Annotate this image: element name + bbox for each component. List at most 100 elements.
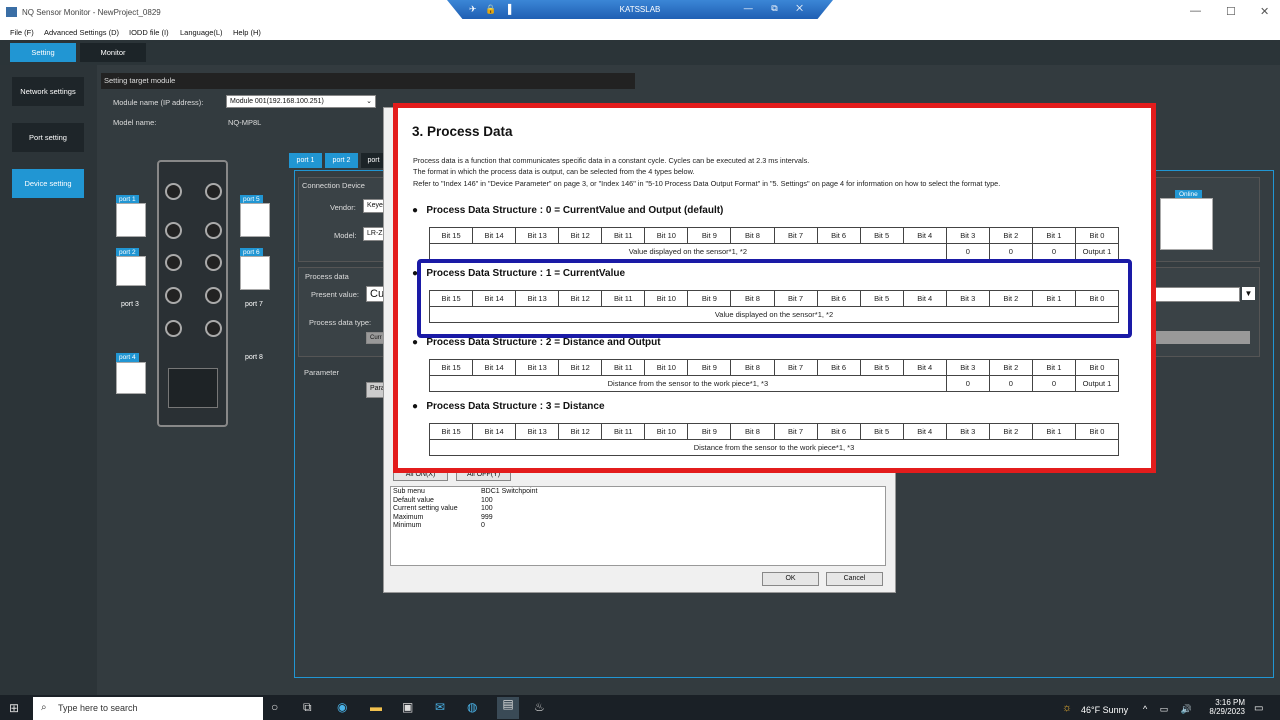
structure-3-heading: ● Process Data Structure : 3 = Distance: [412, 401, 605, 412]
edge-icon[interactable]: ◉: [337, 700, 347, 714]
bit-cell: Bit 6: [816, 227, 861, 244]
structure-3-title: Process Data Structure : 3 = Distance: [426, 401, 605, 412]
dropdown-arrow-icon[interactable]: ▼: [1242, 287, 1255, 300]
device-5-image[interactable]: [240, 203, 270, 237]
info-label: Sub menu: [393, 488, 425, 495]
app-icon[interactable]: ♨: [534, 700, 545, 714]
search-icon: ⌕: [41, 702, 47, 713]
model-name-value: NQ-MP8L: [228, 118, 262, 127]
info-label: Current setting value: [393, 505, 458, 512]
doc-paragraph: The format in which the process data is …: [413, 167, 695, 176]
bit-cell: Bit 11: [601, 227, 646, 244]
structure-2-heading: ● Process Data Structure : 2 = Distance …: [412, 337, 661, 348]
windows-start-icon[interactable]: ⊞: [9, 701, 19, 715]
clock[interactable]: 3:16 PM 8/29/2023: [1203, 698, 1245, 716]
vendor-label: Vendor:: [330, 203, 356, 212]
model-name-label: Model name:: [113, 118, 157, 127]
process-data-type-label: Process data type:: [309, 318, 372, 327]
app-icon: [6, 7, 17, 17]
bit-cell: Bit 6: [816, 423, 861, 440]
zero-cell: 0: [1031, 243, 1076, 260]
chevron-down-icon: ⌄: [366, 98, 372, 105]
tab-port-1[interactable]: port 1: [289, 153, 322, 168]
nav-port-setting[interactable]: Port setting: [12, 123, 84, 152]
cortana-icon[interactable]: ○: [271, 700, 278, 714]
bit-cell: Bit 5: [859, 227, 904, 244]
menu-language[interactable]: Language(L): [180, 28, 223, 37]
device-2-image[interactable]: [116, 256, 146, 286]
system-tray-icons[interactable]: ^ ▭ 🔊: [1143, 704, 1197, 715]
menu-iodd-file[interactable]: IODD file (I): [129, 28, 169, 37]
present-value-select[interactable]: [1150, 287, 1240, 302]
task-view-icon[interactable]: ⧉: [303, 700, 312, 715]
store-icon[interactable]: ▣: [402, 700, 413, 714]
bit-cell: Bit 1: [1031, 227, 1076, 244]
mail-icon[interactable]: ✉: [435, 700, 445, 714]
menu-file[interactable]: File (F): [10, 28, 34, 37]
bit-cell: Bit 12: [558, 359, 603, 376]
sensor-image: [1160, 198, 1213, 250]
tab-setting[interactable]: Setting: [10, 43, 76, 62]
bit-cell: Bit 9: [687, 359, 732, 376]
connector: [165, 183, 182, 200]
bit-cell: Bit 8: [730, 359, 775, 376]
left-nav: Network settings Port setting Device set…: [0, 65, 97, 695]
bit-header-row: Bit 15 Bit 14 Bit 13 Bit 12 Bit 11 Bit 10 Bit …: [428, 423, 1120, 440]
weather-text[interactable]: 46°F Sunny: [1081, 705, 1128, 715]
doc-paragraph: Process data is a function that communic…: [413, 156, 810, 165]
doc-heading: 3. Process Data: [412, 124, 513, 139]
info-label: Maximum: [393, 513, 424, 521]
remote-window-buttons[interactable]: — ⧉ ✕: [744, 3, 811, 14]
cancel-button[interactable]: Cancel: [826, 572, 883, 586]
browser-icon[interactable]: ◍: [467, 700, 477, 714]
close-icon[interactable]: ✕: [1260, 5, 1269, 18]
module-select[interactable]: Module 001(192.168.100.251) ⌄: [226, 95, 376, 108]
bit-cell: Bit 14: [472, 423, 517, 440]
bit-cell: Bit 10: [644, 227, 689, 244]
bit-cell: Bit 1: [1031, 423, 1076, 440]
bit-cell: Bit 2: [988, 227, 1033, 244]
bit-cell: Bit 9: [687, 227, 732, 244]
zero-cell: 0: [988, 375, 1033, 392]
nav-device-setting[interactable]: Device setting: [12, 169, 84, 198]
tab-monitor[interactable]: Monitor: [80, 43, 146, 62]
output-cell: Output 1: [1074, 243, 1120, 260]
minimize-icon[interactable]: —: [1190, 5, 1201, 17]
menu-advanced-settings[interactable]: Advanced Settings (D): [44, 28, 119, 37]
port-7-label[interactable]: port 7: [245, 301, 263, 308]
bit-cell: Bit 10: [644, 359, 689, 376]
window-title: NQ Sensor Monitor - NewProject_0829: [22, 8, 161, 17]
zero-cell: 0: [1031, 375, 1076, 392]
bit-cell: Bit 8: [730, 423, 775, 440]
bit-cell: Bit 0: [1074, 359, 1120, 376]
bit-cell: Bit 15: [428, 227, 474, 244]
tab-port-2[interactable]: port 2: [325, 153, 358, 168]
module-select-value: Module 001(192.168.100.251): [230, 98, 324, 105]
zero-cell: 0: [988, 243, 1033, 260]
menu-help[interactable]: Help (H): [233, 28, 261, 37]
nav-network-settings[interactable]: Network settings: [12, 77, 84, 106]
bit-cell: Bit 0: [1074, 423, 1120, 440]
weather-icon: ☼: [1062, 702, 1073, 714]
notifications-icon[interactable]: ▭: [1254, 703, 1263, 714]
structure-0-table: Bit 15 Bit 14 Bit 13 Bit 12 Bit 11 Bit 10 Bit …: [428, 227, 1120, 260]
remote-session-bar: ✈ 🔒 ▐ KATSSLAB — ⧉ ✕: [447, 0, 833, 19]
port-8-label[interactable]: port 8: [245, 354, 263, 361]
port-3-label[interactable]: port 3: [121, 301, 139, 308]
bit-cell: Bit 10: [644, 423, 689, 440]
bit-cell: Bit 11: [601, 423, 646, 440]
device-4-image[interactable]: [116, 362, 146, 394]
device-6-image[interactable]: [240, 256, 270, 290]
device-1-image[interactable]: [116, 203, 146, 237]
taskbar-search[interactable]: ⌕ Type here to search: [33, 697, 263, 720]
bit-cell: Bit 13: [515, 227, 560, 244]
maximize-icon[interactable]: ☐: [1226, 5, 1236, 18]
connector: [165, 320, 182, 337]
info-label: Default value: [393, 496, 434, 504]
info-value: BDC1 Switchpoint: [481, 488, 538, 495]
ok-button[interactable]: OK: [762, 572, 819, 586]
file-explorer-icon[interactable]: ▬: [370, 700, 382, 714]
nq-monitor-icon[interactable]: ▤: [497, 697, 519, 719]
clock-time: 3:16 PM: [1215, 698, 1245, 707]
port-4-label[interactable]: port 4: [116, 353, 139, 362]
